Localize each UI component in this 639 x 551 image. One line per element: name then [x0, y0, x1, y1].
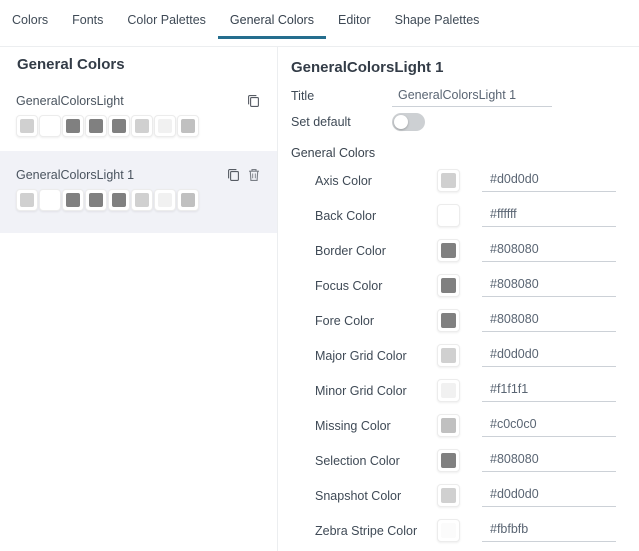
color-row-label: Fore Color: [315, 313, 375, 328]
color-hex-input[interactable]: [482, 484, 616, 507]
color-row-label: Missing Color: [315, 418, 391, 433]
title-input[interactable]: [392, 85, 552, 107]
color-swatch-button[interactable]: [437, 309, 460, 332]
swatch: [154, 115, 176, 137]
color-row-label: Selection Color: [315, 453, 400, 468]
tab-shape-palettes[interactable]: Shape Palettes: [383, 11, 492, 39]
color-row-label: Border Color: [315, 243, 386, 258]
tab-editor[interactable]: Editor: [326, 11, 383, 39]
color-hex-input[interactable]: [482, 449, 616, 472]
color-row-label: Major Grid Color: [315, 348, 407, 363]
color-row-label: Zebra Stripe Color: [315, 523, 418, 538]
color-rows: Axis Color Back Color Border Color Focus…: [291, 163, 616, 548]
swatch: [131, 115, 153, 137]
color-row-border: Border Color: [291, 233, 616, 268]
palette-item-title: GeneralColorsLight 1: [16, 167, 135, 182]
tab-general-colors[interactable]: General Colors: [217, 11, 326, 39]
color-row-snapshot: Snapshot Color: [291, 478, 616, 513]
set-default-label: Set default: [291, 114, 351, 129]
swatch: [131, 189, 153, 211]
color-swatch-button[interactable]: [437, 169, 460, 192]
tab-color-palettes[interactable]: Color Palettes: [115, 11, 218, 39]
swatch: [39, 115, 61, 137]
swatch: [177, 115, 199, 137]
color-swatch-button[interactable]: [437, 274, 460, 297]
swatch: [39, 189, 61, 211]
color-hex-input[interactable]: [482, 204, 616, 227]
color-row-label: Axis Color: [315, 173, 372, 188]
main-area: General Colors GeneralColorsLight Genera…: [0, 47, 639, 551]
color-hex-input[interactable]: [482, 344, 616, 367]
palette-list-heading: General Colors: [17, 56, 125, 73]
color-hex-input[interactable]: [482, 379, 616, 402]
color-hex-input[interactable]: [482, 169, 616, 192]
color-swatch-button[interactable]: [437, 449, 460, 472]
palette-item-title: GeneralColorsLight: [16, 93, 124, 108]
swatch: [108, 189, 130, 211]
color-swatch-button[interactable]: [437, 519, 460, 542]
palette-swatch-strip: [16, 115, 261, 137]
color-row-back: Back Color: [291, 198, 616, 233]
tab-colors[interactable]: Colors: [0, 11, 60, 39]
set-default-toggle[interactable]: [392, 112, 425, 131]
color-row-fore: Fore Color: [291, 303, 616, 338]
color-row-label: Focus Color: [315, 278, 383, 293]
set-default-row: Set default: [291, 108, 616, 135]
color-swatch-button[interactable]: [437, 379, 460, 402]
color-swatch-button[interactable]: [437, 204, 460, 227]
swatch: [108, 115, 130, 137]
swatch: [85, 115, 107, 137]
general-colors-section-heading: General Colors: [291, 146, 376, 160]
copy-icon[interactable]: [226, 167, 241, 182]
color-hex-input[interactable]: [482, 274, 616, 297]
swatch: [85, 189, 107, 211]
delete-icon[interactable]: [246, 167, 261, 182]
color-row-minor-grid: Minor Grid Color: [291, 373, 616, 408]
toggle-knob: [394, 114, 408, 129]
color-row-selection: Selection Color: [291, 443, 616, 478]
palette-detail-panel: GeneralColorsLight 1 Title Set default G…: [278, 47, 639, 551]
color-swatch-button[interactable]: [437, 414, 460, 437]
color-swatch-button[interactable]: [437, 344, 460, 367]
copy-icon[interactable]: [246, 93, 261, 108]
color-hex-input[interactable]: [482, 414, 616, 437]
swatch: [62, 115, 84, 137]
color-row-axis: Axis Color: [291, 163, 616, 198]
color-row-focus: Focus Color: [291, 268, 616, 303]
palette-swatch-strip: [16, 189, 261, 211]
tabs-bar: Colors Fonts Color Palettes General Colo…: [0, 0, 639, 47]
swatch: [16, 189, 38, 211]
color-row-zebra-stripe: Zebra Stripe Color: [291, 513, 616, 548]
title-label: Title: [291, 89, 315, 103]
color-hex-input[interactable]: [482, 239, 616, 262]
palette-item-generalcolorslight[interactable]: GeneralColorsLight: [0, 87, 277, 151]
swatch: [154, 189, 176, 211]
color-row-label: Snapshot Color: [315, 488, 402, 503]
swatch: [62, 189, 84, 211]
color-hex-input[interactable]: [482, 309, 616, 332]
detail-header: GeneralColorsLight 1: [291, 59, 444, 76]
palette-list-panel: General Colors GeneralColorsLight Genera…: [0, 47, 278, 551]
color-swatch-button[interactable]: [437, 484, 460, 507]
color-swatch-button[interactable]: [437, 239, 460, 262]
title-field-row: Title: [291, 84, 616, 108]
swatch: [177, 189, 199, 211]
color-row-label: Back Color: [315, 208, 377, 223]
swatch: [16, 115, 38, 137]
color-hex-input[interactable]: [482, 519, 616, 542]
palette-item-generalcolorslight-1[interactable]: GeneralColorsLight 1: [0, 151, 277, 233]
color-row-label: Minor Grid Color: [315, 383, 407, 398]
color-row-major-grid: Major Grid Color: [291, 338, 616, 373]
color-row-missing: Missing Color: [291, 408, 616, 443]
tab-fonts[interactable]: Fonts: [60, 11, 115, 39]
